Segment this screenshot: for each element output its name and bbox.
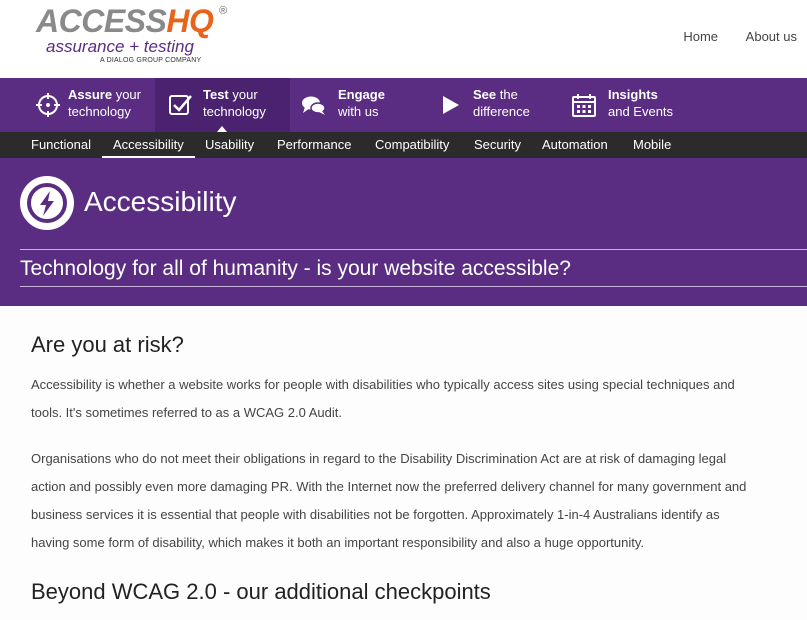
top-link-home[interactable]: Home [683,29,718,44]
page-title: Accessibility [84,186,237,217]
main-content: Are you at risk? Accessibility is whethe… [0,306,807,620]
sub-nav-accessibility[interactable]: Accessibility [102,132,195,158]
sub-nav-mobile[interactable]: Mobile [633,132,671,158]
sub-nav: Functional Accessibility Usability Perfo… [0,132,807,158]
hero-tagline: Technology for all of humanity - is your… [20,257,571,280]
sub-nav-performance[interactable]: Performance [277,132,351,158]
main-nav-see[interactable]: See the difference [425,78,560,132]
main-nav-test-label: Test your technology [203,87,266,119]
logo-wordmark: ACCESSHQ [36,3,214,39]
sub-nav-automation[interactable]: Automation [542,132,608,158]
calendar-icon [572,94,596,117]
hero-banner: Accessibility Technology for all of huma… [0,158,807,306]
main-nav-insights-label: Insights and Events [608,87,674,119]
logo-tagline: assurance + testing [46,37,194,56]
top-links: Home About us [659,29,797,44]
main-nav-insights[interactable]: Insights and Events [560,78,700,132]
logo-registered-mark: ® [219,5,228,17]
top-link-about-us[interactable]: About us [746,29,797,44]
sub-nav-compatibility[interactable]: Compatibility [375,132,449,158]
main-nav-assure[interactable]: Assure your technology [20,78,155,132]
main-nav-see-label: See the difference [473,87,530,119]
sub-nav-security[interactable]: Security [474,132,521,158]
main-nav-assure-label: Assure your technology [68,87,141,119]
hero-divider-top [20,249,807,250]
paragraph-intro: Accessibility is whether a website works… [31,377,735,420]
heading-are-you-at-risk: Are you at risk? [31,332,184,357]
checkbox-icon [169,95,192,115]
main-nav-test[interactable]: Test your technology [155,78,290,132]
site-header: ACCESSHQ ® assurance + testing A DIALOG … [0,0,807,78]
sub-nav-usability[interactable]: Usability [205,132,254,158]
chat-bubbles-icon [302,96,326,115]
sub-nav-functional[interactable]: Functional [31,132,91,158]
play-icon [443,96,459,114]
main-nav-engage-label: Engage with us [338,87,385,119]
logo-subline: A DIALOG GROUP COMPANY [100,57,202,64]
heading-beyond-wcag: Beyond WCAG 2.0 - our additional checkpo… [31,579,491,604]
paragraph-obligations: Organisations who do not meet their obli… [31,451,747,550]
main-nav: Assure your technology Test your technolog… [0,78,807,132]
lightning-bolt-icon [27,183,67,223]
hero-icon-badge [20,176,74,230]
crosshair-icon [36,93,60,117]
main-nav-engage[interactable]: Engage with us [290,78,425,132]
hero-divider-bottom [20,286,807,287]
accesshq-logo[interactable]: ACCESSHQ ® assurance + testing A DIALOG … [36,4,236,70]
